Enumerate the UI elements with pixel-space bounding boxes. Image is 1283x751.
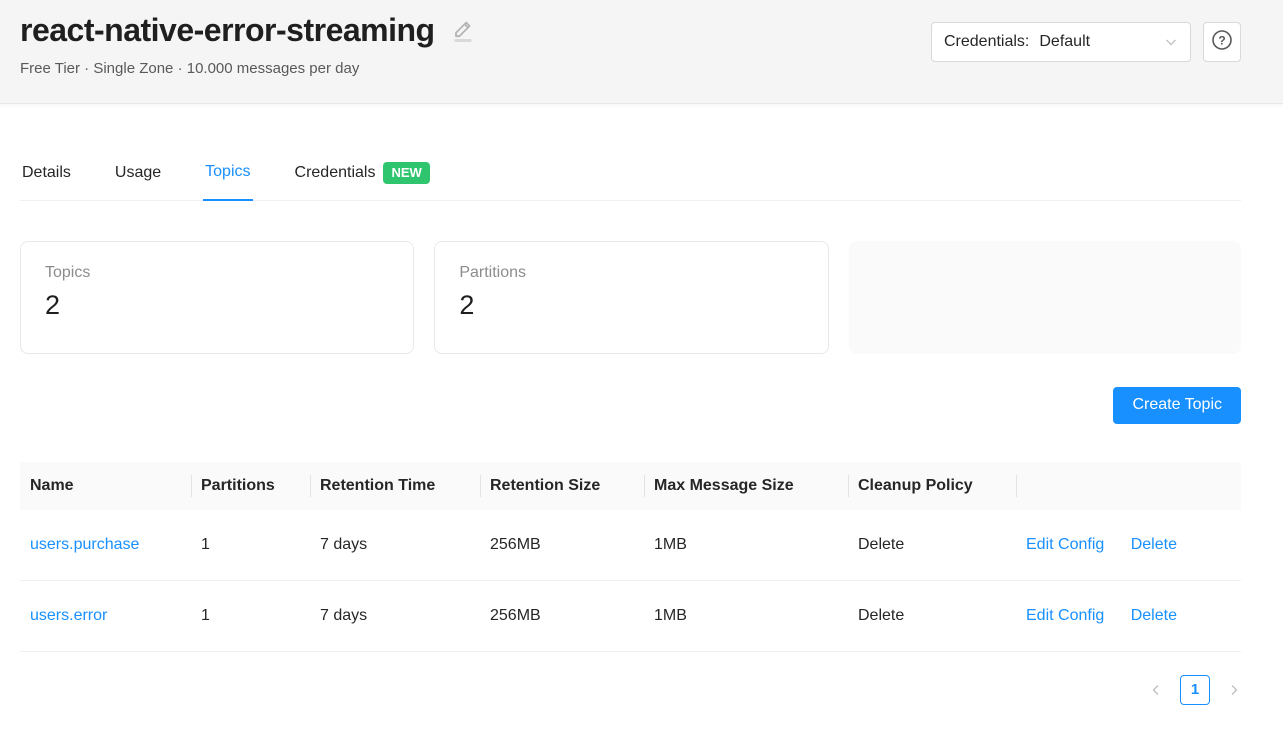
pagination-prev-icon[interactable]: [1149, 683, 1163, 697]
stat-value: 2: [459, 290, 803, 321]
col-header-cleanup-policy: Cleanup Policy: [848, 462, 1016, 510]
tab-topics[interactable]: Topics: [203, 158, 252, 201]
cell-partitions: 1: [191, 510, 310, 581]
cell-max-message-size: 1MB: [644, 580, 848, 651]
header-left: react-native-error-streaming Free Tier ·…: [20, 6, 475, 77]
stat-value: 2: [45, 290, 389, 321]
stat-cards: Topics 2 Partitions 2: [20, 241, 1241, 354]
cell-retention-time: 7 days: [310, 580, 480, 651]
svg-text:?: ?: [1218, 33, 1225, 47]
page-header: react-native-error-streaming Free Tier ·…: [0, 0, 1283, 104]
help-button[interactable]: ?: [1203, 22, 1241, 62]
credentials-select-label: Credentials:: [944, 33, 1029, 51]
pagination: 1: [20, 675, 1241, 705]
topic-name-link[interactable]: users.purchase: [30, 536, 139, 553]
table-row: users.error 1 7 days 256MB 1MB Delete Ed…: [20, 580, 1241, 651]
edit-config-link[interactable]: Edit Config: [1026, 536, 1104, 553]
cluster-subtitle: Free Tier · Single Zone · 10.000 message…: [20, 60, 475, 77]
tab-details[interactable]: Details: [20, 158, 73, 200]
question-circle-icon: ?: [1211, 29, 1233, 56]
col-header-max-message-size: Max Message Size: [644, 462, 848, 510]
cell-cleanup-policy: Delete: [848, 510, 1016, 581]
stat-card-partitions: Partitions 2: [434, 241, 828, 354]
new-badge: NEW: [383, 162, 429, 184]
edit-config-link[interactable]: Edit Config: [1026, 607, 1104, 624]
delete-link[interactable]: Delete: [1131, 607, 1177, 624]
credentials-select[interactable]: Credentials: Default: [931, 22, 1191, 62]
tab-credentials-label: Credentials: [295, 164, 376, 182]
cell-max-message-size: 1MB: [644, 510, 848, 581]
col-header-actions: [1016, 462, 1241, 510]
col-header-retention-size: Retention Size: [480, 462, 644, 510]
tab-credentials[interactable]: Credentials NEW: [293, 158, 432, 200]
cell-cleanup-policy: Delete: [848, 580, 1016, 651]
cell-retention-size: 256MB: [480, 580, 644, 651]
delete-link[interactable]: Delete: [1131, 536, 1177, 553]
col-header-name: Name: [20, 462, 191, 510]
main-content: Details Usage Topics Credentials NEW Top…: [0, 158, 1283, 705]
topics-table: Name Partitions Retention Time Retention…: [20, 462, 1241, 652]
stat-label: Partitions: [459, 264, 803, 282]
chevron-down-icon: [1164, 35, 1178, 49]
col-header-retention-time: Retention Time: [310, 462, 480, 510]
edit-pencil-icon[interactable]: [451, 17, 475, 48]
cell-retention-size: 256MB: [480, 510, 644, 581]
table-row: users.purchase 1 7 days 256MB 1MB Delete…: [20, 510, 1241, 581]
credentials-select-value: Default: [1039, 33, 1090, 51]
col-header-partitions: Partitions: [191, 462, 310, 510]
stat-card-empty: [849, 241, 1241, 354]
create-topic-button[interactable]: Create Topic: [1113, 387, 1241, 424]
tab-usage[interactable]: Usage: [113, 158, 163, 200]
tab-details-label: Details: [22, 164, 71, 182]
pagination-page-1[interactable]: 1: [1180, 675, 1210, 705]
tab-bar: Details Usage Topics Credentials NEW: [20, 158, 1241, 201]
pagination-next-icon[interactable]: [1227, 683, 1241, 697]
stat-card-topics: Topics 2: [20, 241, 414, 354]
cell-retention-time: 7 days: [310, 510, 480, 581]
tab-topics-label: Topics: [205, 163, 250, 181]
tab-usage-label: Usage: [115, 164, 161, 182]
stat-label: Topics: [45, 264, 389, 282]
cell-partitions: 1: [191, 580, 310, 651]
page-title: react-native-error-streaming: [20, 6, 435, 54]
topic-name-link[interactable]: users.error: [30, 607, 107, 624]
table-header-row: Name Partitions Retention Time Retention…: [20, 462, 1241, 510]
